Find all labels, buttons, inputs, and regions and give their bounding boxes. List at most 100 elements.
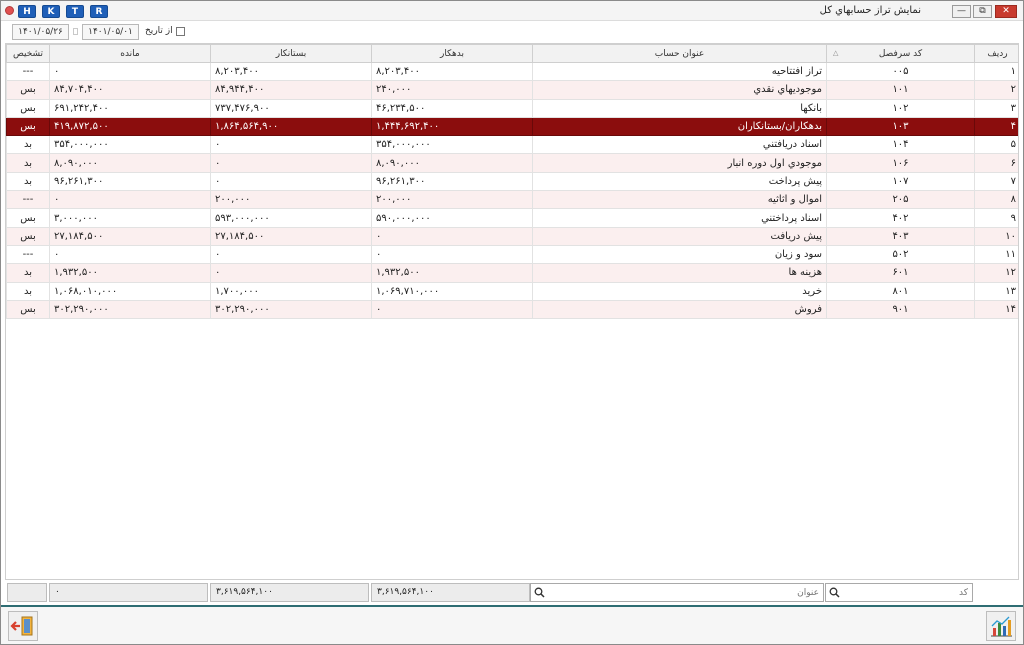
column-header-diagnosis[interactable]: تشخيص — [6, 44, 50, 63]
cell-idx[interactable]: ۵ — [974, 135, 1018, 155]
cell-credit[interactable]: ۰ — [210, 263, 372, 283]
cell-idx[interactable]: ۹ — [974, 208, 1018, 228]
cell-balance[interactable]: ۶۹۱,۲۴۲,۴۰۰ — [49, 98, 211, 118]
cell-credit[interactable]: ۸,۲۰۳,۴۰۰ — [210, 61, 372, 82]
cell-debit[interactable]: ۴۶,۲۳۴,۵۰۰ — [371, 98, 533, 118]
cell-title[interactable]: هزينه ها — [532, 263, 827, 283]
cell-diagnosis[interactable]: بس — [6, 208, 50, 228]
cell-code[interactable]: ۴۰۳ — [826, 226, 975, 246]
from-date-checkbox[interactable] — [176, 27, 185, 36]
cell-debit[interactable]: ۱,۰۶۹,۷۱۰,۰۰۰ — [371, 281, 533, 301]
cell-diagnosis[interactable]: بس — [6, 80, 50, 100]
cell-title[interactable]: پيش دريافت — [532, 226, 827, 246]
cell-diagnosis[interactable]: --- — [6, 61, 50, 82]
column-header-idx[interactable]: رديف — [974, 44, 1018, 63]
cell-code[interactable]: ۶۰۱ — [826, 263, 975, 283]
cell-code[interactable]: ۱۰۲ — [826, 98, 975, 118]
cell-title[interactable]: موجوديهاي نقدي — [532, 80, 827, 100]
column-header-debit[interactable]: بدهكار — [371, 44, 533, 63]
cell-idx[interactable]: ۴ — [974, 116, 1018, 137]
cell-title[interactable]: اسناد دريافتني — [532, 135, 827, 155]
cell-idx[interactable]: ۱۱ — [974, 244, 1018, 265]
cell-diagnosis[interactable]: بد — [6, 263, 50, 283]
table-row[interactable]: ۱ ۰۰۵ تراز افتتاحيه ۸,۲۰۳,۴۰۰ ۸,۲۰۳,۴۰۰ ۰ --- — [6, 61, 1018, 82]
cell-credit[interactable]: ۱,۷۰۰,۰۰۰ — [210, 281, 372, 301]
hotkey-button-r[interactable]: R — [90, 5, 108, 18]
cell-idx[interactable]: ۲ — [974, 80, 1018, 100]
table-row[interactable]: ۱۲ ۶۰۱ هزينه ها ۱,۹۳۲,۵۰۰ ۰ ۱,۹۳۲,۵۰۰ بد — [6, 263, 1018, 283]
cell-debit[interactable]: ۳۵۴,۰۰۰,۰۰۰ — [371, 135, 533, 155]
cell-title[interactable]: خريد — [532, 281, 827, 301]
table-row[interactable]: ۱۴ ۹۰۱ فروش ۰ ۳۰۲,۲۹۰,۰۰۰ ۳۰۲,۲۹۰,۰۰۰ بس — [6, 299, 1018, 320]
cell-credit[interactable]: ۳۰۲,۲۹۰,۰۰۰ — [210, 299, 372, 320]
minimize-button[interactable]: — — [952, 5, 971, 18]
cell-credit[interactable]: ۲۷,۱۸۴,۵۰۰ — [210, 226, 372, 246]
cell-title[interactable]: اموال و اثاثيه — [532, 190, 827, 210]
cell-diagnosis[interactable]: بس — [6, 98, 50, 118]
cell-debit[interactable]: ۰ — [371, 244, 533, 265]
table-row[interactable]: ۱۱ ۵۰۲ سود و زيان ۰ ۰ ۰ --- — [6, 244, 1018, 265]
table-row[interactable]: ۸ ۲۰۵ اموال و اثاثيه ۲۰۰,۰۰۰ ۲۰۰,۰۰۰ ۰ --- — [6, 190, 1018, 210]
cell-credit[interactable]: ۲۰۰,۰۰۰ — [210, 190, 372, 210]
cell-balance[interactable]: ۱,۹۳۲,۵۰۰ — [49, 263, 211, 283]
cell-title[interactable]: اسناد پرداختني — [532, 208, 827, 228]
cell-diagnosis[interactable]: بد — [6, 135, 50, 155]
close-button[interactable]: ✕ — [995, 5, 1017, 18]
cell-idx[interactable]: ۳ — [974, 98, 1018, 118]
cell-idx[interactable]: ۱۳ — [974, 281, 1018, 301]
cell-credit[interactable]: ۰ — [210, 171, 372, 192]
cell-code[interactable]: ۵۰۲ — [826, 244, 975, 265]
cell-balance[interactable]: ۰ — [49, 190, 211, 210]
cell-debit[interactable]: ۸,۰۹۰,۰۰۰ — [371, 153, 533, 173]
cell-title[interactable]: فروش — [532, 299, 827, 320]
cell-debit[interactable]: ۱,۹۳۲,۵۰۰ — [371, 263, 533, 283]
cell-credit[interactable]: ۰ — [210, 135, 372, 155]
table-row[interactable]: ۱۰ ۴۰۳ پيش دريافت ۰ ۲۷,۱۸۴,۵۰۰ ۲۷,۱۸۴,۵۰۰ بس — [6, 226, 1018, 246]
cell-code[interactable]: ۲۰۵ — [826, 190, 975, 210]
table-row[interactable]: ۷ ۱۰۷ پيش پرداخت ۹۶,۲۶۱,۳۰۰ ۰ ۹۶,۲۶۱,۳۰۰ بد — [6, 171, 1018, 192]
cell-idx[interactable]: ۱ — [974, 61, 1018, 82]
cell-balance[interactable]: ۰ — [49, 61, 211, 82]
cell-title[interactable]: تراز افتتاحيه — [532, 61, 827, 82]
cell-code[interactable]: ۰۰۵ — [826, 61, 975, 82]
code-search-input[interactable] — [826, 584, 972, 601]
cell-credit[interactable]: ۸۴,۹۴۴,۴۰۰ — [210, 80, 372, 100]
to-date-field[interactable]: ۱۴۰۱/۰۵/۲۶ — [12, 24, 69, 40]
cell-diagnosis[interactable]: --- — [6, 244, 50, 265]
table-row[interactable]: ۵ ۱۰۴ اسناد دريافتني ۳۵۴,۰۰۰,۰۰۰ ۰ ۳۵۴,۰۰۰,۰۰… — [6, 135, 1018, 155]
cell-debit[interactable]: ۲۴۰,۰۰۰ — [371, 80, 533, 100]
cell-idx[interactable]: ۱۰ — [974, 226, 1018, 246]
cell-credit[interactable]: ۰ — [210, 244, 372, 265]
cell-diagnosis[interactable]: بس — [6, 299, 50, 320]
cell-title[interactable]: بانكها — [532, 98, 827, 118]
cell-code[interactable]: ۱۰۳ — [826, 116, 975, 137]
cell-credit[interactable]: ۱,۸۶۴,۵۶۴,۹۰۰ — [210, 116, 372, 137]
cell-diagnosis[interactable]: بس — [6, 116, 50, 137]
cell-balance[interactable]: ۱,۰۶۸,۰۱۰,۰۰۰ — [49, 281, 211, 301]
cell-idx[interactable]: ۷ — [974, 171, 1018, 192]
cell-balance[interactable]: ۳۵۴,۰۰۰,۰۰۰ — [49, 135, 211, 155]
exit-button[interactable] — [8, 611, 38, 641]
table-row[interactable]: ۴ ۱۰۳ بدهكاران/بستانكاران ۱,۴۴۴,۶۹۲,۴۰۰ ۱,۸۶… — [6, 116, 1018, 137]
cell-idx[interactable]: ۱۲ — [974, 263, 1018, 283]
title-search-input[interactable] — [531, 584, 823, 601]
cell-debit[interactable]: ۹۶,۲۶۱,۳۰۰ — [371, 171, 533, 192]
cell-balance[interactable]: ۲۷,۱۸۴,۵۰۰ — [49, 226, 211, 246]
cell-code[interactable]: ۸۰۱ — [826, 281, 975, 301]
column-header-credit[interactable]: بستانكار — [210, 44, 372, 63]
cell-title[interactable]: سود و زيان — [532, 244, 827, 265]
cell-debit[interactable]: ۰ — [371, 299, 533, 320]
table-row[interactable]: ۹ ۴۰۲ اسناد پرداختني ۵۹۰,۰۰۰,۰۰۰ ۵۹۳,۰۰۰,۰۰۰… — [6, 208, 1018, 228]
chart-button[interactable] — [986, 611, 1016, 641]
cell-debit[interactable]: ۵۹۰,۰۰۰,۰۰۰ — [371, 208, 533, 228]
cell-title[interactable]: پيش پرداخت — [532, 171, 827, 192]
hotkey-button-k[interactable]: K — [42, 5, 60, 18]
cell-idx[interactable]: ۶ — [974, 153, 1018, 173]
cell-credit[interactable]: ۷۳۷,۴۷۶,۹۰۰ — [210, 98, 372, 118]
cell-idx[interactable]: ۸ — [974, 190, 1018, 210]
restore-button[interactable]: ⧉ — [973, 5, 992, 18]
table-row[interactable]: ۲ ۱۰۱ موجوديهاي نقدي ۲۴۰,۰۰۰ ۸۴,۹۴۴,۴۰۰ ۸۴,۷۰… — [6, 80, 1018, 100]
table-row[interactable]: ۶ ۱۰۶ موجودي اول دوره انبار ۸,۰۹۰,۰۰۰ ۰ ۸,۰۹۰… — [6, 153, 1018, 173]
cell-balance[interactable]: ۴۱۹,۸۷۲,۵۰۰ — [49, 116, 211, 137]
cell-credit[interactable]: ۰ — [210, 153, 372, 173]
